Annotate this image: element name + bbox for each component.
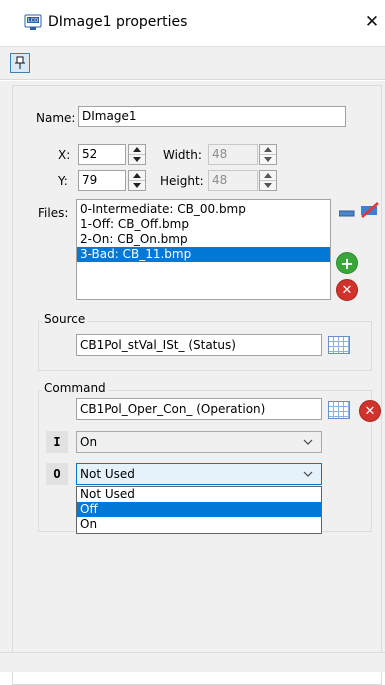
properties-panel — [0, 81, 385, 685]
width-spin-down-icon — [260, 155, 276, 164]
width-spinner — [259, 144, 277, 165]
files-list[interactable]: 0-Intermediate: CB_00.bmp 1-Off: CB_Off.… — [76, 199, 331, 300]
collapse-icon[interactable] — [338, 207, 355, 217]
list-item[interactable]: 0-Intermediate: CB_00.bmp — [77, 202, 330, 217]
x-spin-down-icon[interactable] — [129, 155, 145, 164]
height-label: Height: — [160, 174, 204, 188]
y-spin-down-icon[interactable] — [129, 181, 145, 190]
dropdown-option-selected[interactable]: Off — [77, 502, 321, 517]
command-browse-grid-icon[interactable] — [328, 401, 350, 419]
command-field[interactable]: CB1Pol_Oper_Con_ (Operation) — [76, 398, 322, 420]
input-letter-badge: I — [46, 431, 68, 453]
y-spin-up-icon[interactable] — [129, 171, 145, 181]
window-title: DImage1 properties — [48, 14, 188, 30]
list-item[interactable]: 2-On: CB_On.bmp — [77, 232, 330, 247]
name-label: Name: — [36, 111, 76, 125]
files-label: Files: — [38, 206, 69, 220]
app-icon: LCD — [24, 13, 42, 31]
pin-icon — [15, 56, 25, 69]
output-dropdown-list[interactable]: Not Used Off On — [76, 486, 322, 534]
command-group-label: Command — [42, 381, 108, 395]
output-letter-badge: O — [46, 463, 68, 485]
height-spin-down-icon — [260, 181, 276, 190]
output-value-select[interactable]: Not Used — [76, 463, 322, 485]
pin-button[interactable] — [10, 53, 30, 73]
width-label: Width: — [163, 148, 202, 162]
y-label: Y: — [58, 174, 68, 188]
name-field[interactable]: DImage1 — [78, 106, 346, 127]
x-spin-up-icon[interactable] — [129, 145, 145, 155]
x-label: X: — [58, 148, 71, 162]
x-field[interactable]: 52 — [78, 144, 126, 165]
width-spin-up-icon — [260, 145, 276, 155]
command-remove-button[interactable]: ✕ — [359, 400, 381, 422]
height-spin-up-icon — [260, 171, 276, 181]
chevron-down-icon — [301, 467, 315, 481]
add-file-button[interactable]: + — [336, 252, 358, 274]
dropdown-option[interactable]: Not Used — [77, 487, 321, 502]
height-spinner — [259, 170, 277, 191]
source-field[interactable]: CB1Pol_stVal_ISt_ (Status) — [76, 334, 322, 356]
list-item-selected[interactable]: 3-Bad: CB_11.bmp — [77, 247, 330, 262]
width-field: 48 — [208, 144, 258, 165]
dropdown-option[interactable]: On — [77, 517, 321, 532]
x-spinner[interactable] — [128, 144, 146, 165]
no-image-icon[interactable] — [360, 201, 380, 219]
height-field: 48 — [208, 170, 258, 191]
status-strip — [0, 652, 385, 672]
y-field[interactable]: 79 — [78, 170, 126, 191]
list-item[interactable]: 1-Off: CB_Off.bmp — [77, 217, 330, 232]
input-value-select[interactable]: On — [76, 431, 322, 453]
chevron-down-icon — [301, 435, 315, 449]
output-value-text: Not Used — [80, 467, 135, 481]
input-value-text: On — [80, 435, 98, 449]
source-group-label: Source — [42, 312, 88, 326]
title-bar: LCD DImage1 properties ✕ — [0, 0, 385, 46]
y-spinner[interactable] — [128, 170, 146, 191]
close-icon[interactable]: ✕ — [362, 12, 382, 32]
source-browse-grid-icon[interactable] — [328, 336, 350, 354]
remove-file-button[interactable]: ✕ — [336, 279, 358, 301]
toolbar — [0, 46, 385, 80]
svg-text:LCD: LCD — [28, 18, 38, 24]
